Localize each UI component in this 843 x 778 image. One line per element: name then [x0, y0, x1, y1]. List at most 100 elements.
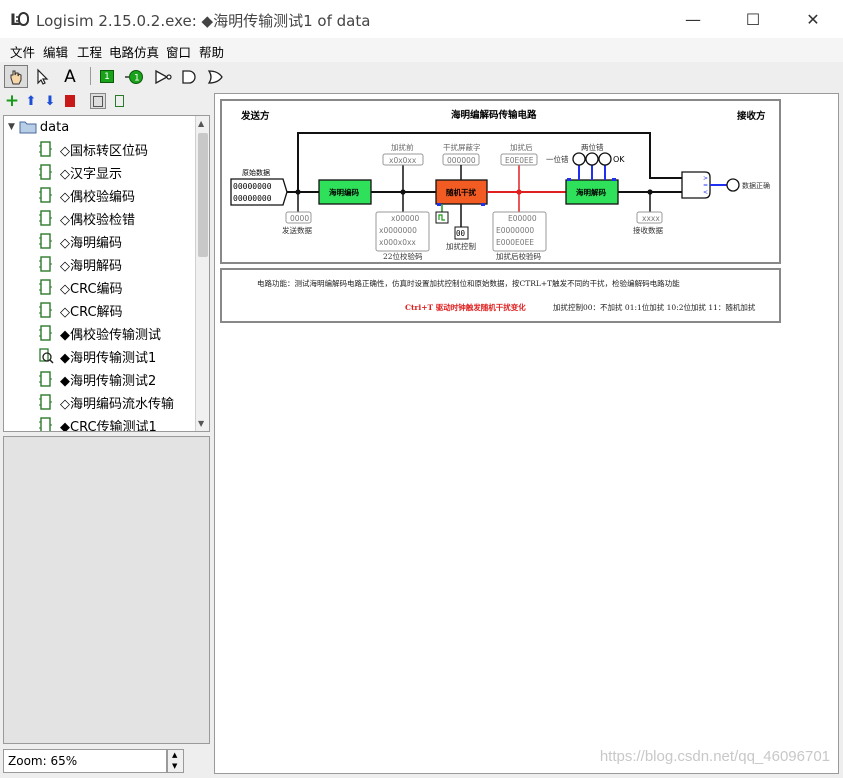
add-circuit-button[interactable]: +	[4, 91, 20, 111]
tree-item[interactable]: ◆海明传输测试1	[38, 345, 156, 367]
tree-item[interactable]: ◇CRC解码	[38, 299, 123, 321]
subcircuit-icon	[39, 394, 52, 410]
circuit-layout-button[interactable]	[90, 93, 106, 109]
tree-item[interactable]: ◇偶校验检错	[38, 207, 135, 229]
menu-window[interactable]: 窗口	[166, 42, 191, 61]
two-bit-error-label: 两位错	[581, 142, 604, 152]
tree-item-label: ◇CRC编码	[60, 281, 123, 297]
arrow-up-icon: ⬆	[25, 93, 37, 109]
comparator-less-icon: <	[703, 189, 708, 196]
tree-item-label: ◇海明解码	[60, 258, 122, 274]
after-noise-value: E0E0EE	[505, 156, 534, 165]
tree-item-label: ◇海明编码	[60, 235, 122, 251]
tree-item[interactable]: ◇国标转区位码	[38, 138, 148, 160]
text-tool-icon: A	[64, 66, 76, 87]
noise-mask-value: 000000	[447, 156, 476, 165]
select-tool-icon	[37, 68, 49, 85]
tree-item[interactable]: ◇CRC编码	[38, 276, 123, 298]
after-parity-row-2: E0000000	[496, 226, 534, 235]
select-tool-button[interactable]	[30, 65, 54, 88]
scroll-thumb[interactable]	[198, 133, 208, 257]
plus-icon: +	[4, 91, 20, 111]
parity22-row-2: x0000000	[379, 226, 417, 235]
tree-item-label: ◇偶校验编码	[60, 189, 135, 205]
tree-item[interactable]: ◇海明解码	[38, 253, 122, 275]
send-data-value: 0000	[290, 214, 309, 223]
circuit-drawing[interactable]: 发送方 海明编解码传输电路 接收方 原始数据 00000000 00000000…	[215, 94, 839, 774]
and-gate-button[interactable]	[177, 65, 201, 88]
tree-root-label: data	[39, 119, 70, 135]
project-tree: ▼ data ◇国标转区位码 ◇汉字显示 ◇偶校验编码 ◇偶校验检错 ◇海明编码 ◇海明解…	[3, 115, 210, 432]
minimize-button[interactable]: —	[670, 0, 716, 38]
not-gate-button[interactable]	[151, 65, 175, 88]
subcircuit-icon	[39, 417, 52, 431]
scroll-up-arrow-icon[interactable]: ▲	[198, 119, 204, 128]
tree-item-label: ◆海明传输测试2	[60, 373, 157, 389]
noise-mask-label: 干扰屏蔽字	[443, 142, 481, 152]
menu-project[interactable]: 工程	[77, 42, 102, 61]
not-gate-icon	[155, 69, 172, 84]
parity22-row-3: x000x0xx	[379, 238, 416, 247]
output-pin-button[interactable]: 1	[122, 65, 146, 88]
recv-data-label: 接收数据	[633, 225, 663, 235]
menu-help[interactable]: 帮助	[199, 42, 224, 61]
tree-item[interactable]: ◆CRC传输测试1	[38, 414, 157, 432]
circuit-appearance-button[interactable]	[111, 93, 127, 109]
toolbar-separator	[90, 67, 91, 85]
parity22-label: 22位校验码	[383, 251, 423, 261]
input-row-2: 00000000	[233, 194, 272, 203]
comparator-equal-icon: =	[703, 182, 708, 189]
tree-item[interactable]: ◇汉字显示	[38, 161, 122, 183]
tree-item-label: ◆CRC传输测试1	[60, 419, 157, 432]
magnifier-icon	[39, 348, 54, 364]
tree-item-label: ◆海明传输测试1	[60, 350, 157, 366]
circuit-canvas[interactable]: 发送方 海明编解码传输电路 接收方 原始数据 00000000 00000000…	[214, 93, 839, 774]
tree-root[interactable]: ▼ data	[8, 116, 69, 138]
output-pin-icon: 1	[125, 69, 143, 84]
watermark: https://blog.csdn.net/qq_46096701	[599, 748, 830, 765]
zoom-field[interactable]: Zoom: 65%	[3, 749, 167, 773]
text-tool-button[interactable]: A	[58, 65, 82, 88]
tree-item[interactable]: ◆海明传输测试2	[38, 368, 156, 390]
tree-item[interactable]: ◇海明编码	[38, 230, 122, 252]
data-correct-led	[726, 178, 740, 192]
window-title: Logisim 2.15.0.2.exe: ◆海明传输测试1 of data	[36, 12, 371, 30]
input-row-1: 00000000	[233, 182, 272, 191]
tree-item[interactable]: ◆偶校验传输测试	[38, 322, 161, 344]
after-parity-row-3: E000E0EE	[496, 238, 534, 247]
zoom-down-icon[interactable]: ▼	[172, 762, 177, 770]
input-label: 原始数据	[242, 168, 270, 177]
poke-tool-icon	[10, 70, 22, 84]
tree-item[interactable]: ◇海明编码流水传输	[38, 391, 174, 413]
tree-item-label: ◇国标转区位码	[60, 143, 148, 159]
two-bit-error-led	[585, 152, 599, 166]
scroll-down-arrow-icon[interactable]: ▼	[198, 419, 204, 428]
move-up-button[interactable]: ⬆	[23, 93, 39, 109]
minimize-icon: —	[685, 9, 701, 29]
or-gate-button[interactable]	[203, 65, 227, 88]
close-button[interactable]: ✕	[790, 0, 836, 38]
receiver-label: 接收方	[737, 110, 766, 122]
zoom-up-icon[interactable]: ▲	[172, 751, 177, 759]
noise-control-value: 00	[456, 229, 466, 238]
menu-edit[interactable]: 编辑	[43, 42, 68, 61]
zoom-spinner[interactable]: ▲ ▼	[167, 749, 184, 773]
poke-tool-button[interactable]	[4, 65, 28, 88]
tree-scrollbar[interactable]: ▲ ▼	[195, 116, 209, 431]
subcircuit-icon	[39, 302, 52, 318]
subcircuit-icon	[39, 279, 52, 295]
menu-file[interactable]: 文件	[10, 42, 35, 61]
after-noise-label: 加扰后	[510, 142, 533, 152]
circuit-title: 海明编解码传输电路	[451, 109, 537, 121]
menu-simulate[interactable]: 电路仿真	[109, 42, 159, 61]
or-gate-icon	[207, 69, 223, 84]
tree-item[interactable]: ◇偶校验编码	[38, 184, 135, 206]
collapse-triangle-icon[interactable]: ▼	[8, 122, 15, 132]
maximize-button[interactable]: ☐	[730, 0, 776, 38]
input-pin-button[interactable]: 1	[95, 65, 119, 88]
and-gate-icon	[182, 69, 196, 84]
delete-circuit-button[interactable]	[62, 93, 78, 109]
move-down-button[interactable]: ⬇	[42, 93, 58, 109]
description-frame	[220, 268, 781, 323]
one-bit-error-label: 一位错	[546, 154, 569, 164]
